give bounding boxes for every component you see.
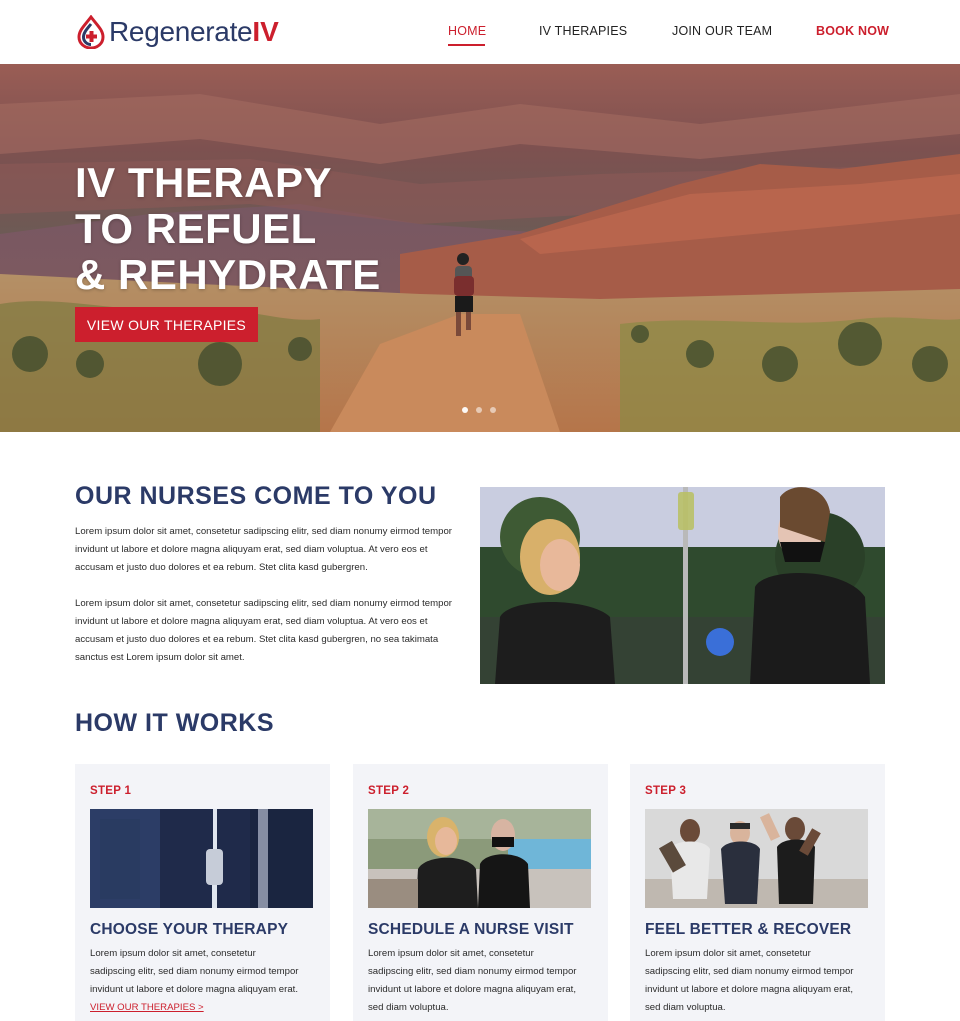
step-text-body: Lorem ipsum dolor sit amet, consetetur s…: [90, 948, 299, 995]
hero-title-line: IV THERAPY: [75, 159, 333, 206]
view-therapies-button[interactable]: VIEW OUR THERAPIES: [75, 307, 258, 342]
carousel-dot[interactable]: [490, 407, 496, 413]
logo-accent-text: IV: [252, 16, 279, 47]
nurses-title: OUR NURSES COME TO YOU: [75, 482, 437, 510]
step-text: Lorem ipsum dolor sit amet, consetetur s…: [645, 948, 854, 1013]
step-title: FEEL BETTER & RECOVER: [645, 921, 852, 938]
step-label: STEP 3: [645, 785, 687, 797]
drop-cross-icon: [77, 15, 105, 49]
step-image: [645, 809, 868, 908]
step-card: STEP 3 FEEL BETTER & RECOVER Lorem ipsum…: [630, 764, 885, 1021]
nurses-paragraph: Lorem ipsum dolor sit amet, consetetur s…: [75, 526, 452, 573]
hero-title-line: TO REFUEL: [75, 205, 317, 252]
step-image: [90, 809, 313, 908]
nav-home[interactable]: HOME: [448, 24, 486, 38]
nurses-paragraph: Lorem ipsum dolor sit amet, consetetur s…: [75, 598, 452, 663]
site-header: Regenerate IV HOME IV THERAPIES JOIN OUR …: [0, 0, 960, 64]
step-text: Lorem ipsum dolor sit amet, consetetur s…: [368, 948, 577, 1013]
step-label: STEP 2: [368, 785, 410, 797]
step-text: Lorem ipsum dolor sit amet, consetetur s…: [90, 945, 300, 1017]
carousel-dot[interactable]: [462, 407, 468, 413]
logo-text: Regenerate: [109, 16, 253, 47]
step-label: STEP 1: [90, 785, 132, 797]
nav-active-indicator: [448, 44, 485, 46]
nav-book-now[interactable]: BOOK NOW: [816, 24, 889, 38]
view-therapies-link[interactable]: VIEW OUR THERAPIES >: [90, 1002, 204, 1013]
step-card: STEP 2 SCHEDULE A NURSE VISIT Lorem ipsu…: [353, 764, 608, 1021]
step-title: SCHEDULE A NURSE VISIT: [368, 921, 574, 938]
hero-title-line: & REHYDRATE: [75, 251, 381, 298]
nurse-photo: [480, 487, 885, 684]
how-it-works-title: HOW IT WORKS: [75, 709, 275, 737]
step-title: CHOOSE YOUR THERAPY: [90, 921, 289, 938]
carousel-dots: [462, 407, 496, 413]
hero-banner: IV THERAPY TO REFUEL & REHYDRATE VIEW OU…: [0, 64, 960, 432]
logo[interactable]: Regenerate IV: [75, 14, 279, 50]
step-image: [368, 809, 591, 908]
nav-iv-therapies[interactable]: IV THERAPIES: [539, 24, 627, 38]
carousel-dot[interactable]: [476, 407, 482, 413]
hero-title: IV THERAPY TO REFUEL & REHYDRATE: [75, 160, 381, 298]
nav-join-our-team[interactable]: JOIN OUR TEAM: [672, 24, 772, 38]
step-card: STEP 1 CHOOSE YOUR THERAPY Lorem ipsum d…: [75, 764, 330, 1021]
